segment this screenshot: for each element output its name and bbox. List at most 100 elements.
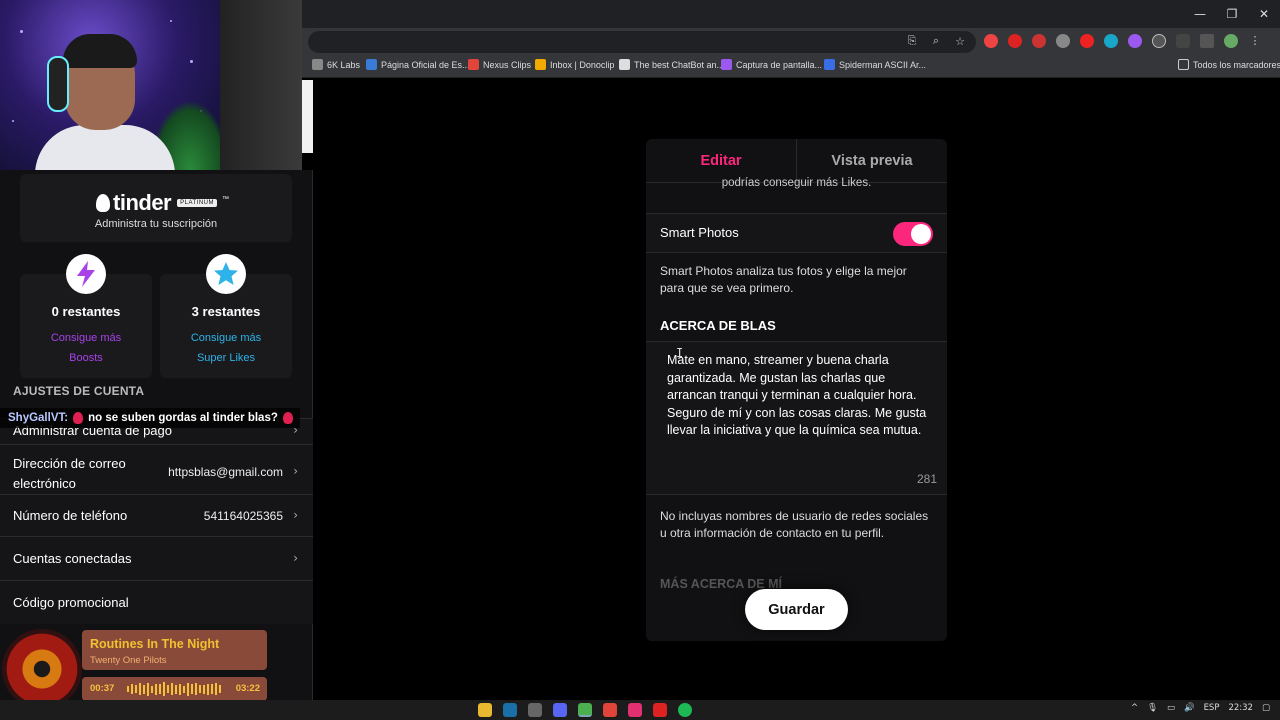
extension-icons: ⋮ <box>984 34 1262 48</box>
waveform-bar <box>135 685 137 693</box>
bookmark-label: Todos los marcadores <box>1193 59 1280 70</box>
waveform-bar <box>131 684 133 694</box>
elapsed-time: 00:37 <box>90 683 115 694</box>
minimize-icon[interactable]: — <box>1184 0 1216 28</box>
address-bar-actions: ⎘ ⌕ ☆ <box>904 33 968 49</box>
network-icon[interactable]: ▭ <box>1167 703 1175 713</box>
address-bar[interactable] <box>308 31 976 53</box>
chevron-right-icon: › <box>293 551 298 565</box>
waveform-bar <box>155 683 157 695</box>
waveform-bar <box>195 683 197 695</box>
waveform-bar <box>159 684 161 694</box>
row-label: Cuentas conectadas <box>13 551 132 566</box>
media-controls-icon[interactable] <box>1200 34 1214 48</box>
connected-accounts-row[interactable]: Cuentas conectadas › <box>0 536 313 580</box>
system-tray: ^ 🎙 ▭ 🔊 ESP 22:32 ▢ <box>1131 703 1270 713</box>
extension-icon[interactable] <box>1128 34 1142 48</box>
email-row[interactable]: Dirección de correo electrónico httpsbla… <box>0 444 313 494</box>
waveform-bar <box>203 684 205 694</box>
waveform-bar <box>207 683 209 695</box>
waveform-bar <box>163 682 165 696</box>
bookmark-star-icon[interactable]: ☆ <box>952 33 968 49</box>
scrolled-hint-text: podrías conseguir más Likes. <box>721 177 872 189</box>
volume-icon[interactable]: 🔊 <box>1184 703 1195 713</box>
bookmark-item[interactable]: Spiderman ASCII Ar... <box>824 59 926 70</box>
bookmark-item[interactable]: 6K Labs <box>312 59 360 70</box>
restore-icon[interactable]: ❐ <box>1216 0 1248 28</box>
bookmark-label: Página Oficial de Es... <box>381 59 470 70</box>
recording-icon[interactable] <box>653 703 667 717</box>
waveform-bar <box>183 685 185 693</box>
smart-photos-toggle[interactable] <box>893 222 933 246</box>
bookmark-label: Spiderman ASCII Ar... <box>839 59 927 70</box>
save-button[interactable]: Guardar <box>745 589 848 630</box>
album-art-icon <box>2 629 82 709</box>
tray-chevron-icon[interactable]: ^ <box>1131 703 1138 713</box>
install-app-icon[interactable]: ⎘ <box>904 33 920 49</box>
media-player-icon[interactable] <box>628 703 642 717</box>
tinder-logo: tinder PLATINUM ™ <box>96 190 229 216</box>
bookmark-item[interactable]: Nexus Clips <box>468 59 531 70</box>
chrome-icon[interactable] <box>578 703 592 717</box>
extension-icon[interactable] <box>984 34 998 48</box>
audio-waveform <box>127 682 221 696</box>
app-icon[interactable] <box>528 703 542 717</box>
extension-icon[interactable] <box>1056 34 1070 48</box>
boost-bolt-icon <box>66 254 106 294</box>
discord-icon[interactable] <box>553 703 567 717</box>
about-heading: ACERCA DE BLAS <box>660 318 776 333</box>
menu-kebab-icon[interactable]: ⋮ <box>1248 34 1262 48</box>
track-timeline: 00:37 03:22 <box>82 677 267 701</box>
extension-icon[interactable] <box>1152 34 1166 48</box>
close-icon[interactable]: ✕ <box>1248 0 1280 28</box>
about-textarea[interactable]: Mate en mano, streamer y buena charla ga… <box>646 341 947 495</box>
bookmark-label: Inbox | Donoclip <box>550 59 615 70</box>
extension-icon[interactable] <box>1104 34 1118 48</box>
tinder-wordmark: tinder <box>113 190 172 215</box>
bookmark-label: Nexus Clips <box>483 59 532 70</box>
folder-icon <box>1178 59 1189 70</box>
bookmark-item[interactable]: Inbox | Donoclip <box>535 59 614 70</box>
bookmarks-bar: 6K Labs Página Oficial de Es... Nexus Cl… <box>300 56 1280 78</box>
bookmark-favicon-icon <box>312 59 323 70</box>
extension-icon[interactable] <box>1008 34 1022 48</box>
taskbar: ^ 🎙 ▭ 🔊 ESP 22:32 ▢ <box>0 700 1280 720</box>
bookmark-item[interactable]: Captura de pantalla... <box>721 59 822 70</box>
microphone-icon[interactable]: 🎙 <box>1147 703 1158 713</box>
promo-code-row[interactable]: Código promocional <box>0 580 313 624</box>
bookmark-favicon-icon <box>721 59 732 70</box>
streamer <box>35 30 175 170</box>
get-more-boosts-link[interactable]: Consigue más Boosts <box>20 328 152 368</box>
clock[interactable]: 22:32 <box>1228 703 1253 713</box>
adblock-icon[interactable] <box>1032 34 1046 48</box>
notifications-icon[interactable]: ▢ <box>1262 703 1270 713</box>
phone-row[interactable]: Número de teléfono 541164025365 › <box>0 494 313 536</box>
waveform-bar <box>151 685 153 693</box>
zoom-icon[interactable]: ⌕ <box>928 33 944 49</box>
spotify-icon[interactable] <box>678 703 692 717</box>
row-label: Código promocional <box>13 595 129 610</box>
window-controls: — ❐ ✕ <box>1184 0 1280 28</box>
file-explorer-icon[interactable] <box>478 703 492 717</box>
extensions-puzzle-icon[interactable] <box>1176 34 1190 48</box>
waveform-bar <box>219 685 221 693</box>
smart-photos-description: Smart Photos analiza tus fotos y elige l… <box>660 264 907 295</box>
language-indicator[interactable]: ESP <box>1204 703 1220 713</box>
profile-editor: Editar Vista previa podrías conseguir má… <box>646 139 947 641</box>
extension-icon[interactable] <box>1080 34 1094 48</box>
super-likes-remaining: 3 restantes <box>191 304 261 319</box>
get-more-super-likes-link[interactable]: Consigue más Super Likes <box>160 328 292 368</box>
chevron-right-icon: › <box>293 508 298 522</box>
subscription-card[interactable]: tinder PLATINUM ™ Administra tu suscripc… <box>20 174 292 242</box>
manage-subscription-link[interactable]: Administra tu suscripción <box>20 218 292 230</box>
bookmark-item[interactable]: Página Oficial de Es... <box>366 59 470 70</box>
bookmark-label: The best ChatBot an... <box>634 59 725 70</box>
bookmark-item[interactable]: The best ChatBot an... <box>619 59 724 70</box>
waveform-bar <box>199 685 201 693</box>
cta-line: Consigue más <box>190 332 262 344</box>
char-counter: 281 <box>916 472 937 486</box>
bookmark-folder[interactable]: Todos los marcadores <box>1178 59 1280 70</box>
steam-icon[interactable] <box>503 703 517 717</box>
brave-icon[interactable] <box>603 703 617 717</box>
profile-avatar-icon[interactable] <box>1224 34 1238 48</box>
